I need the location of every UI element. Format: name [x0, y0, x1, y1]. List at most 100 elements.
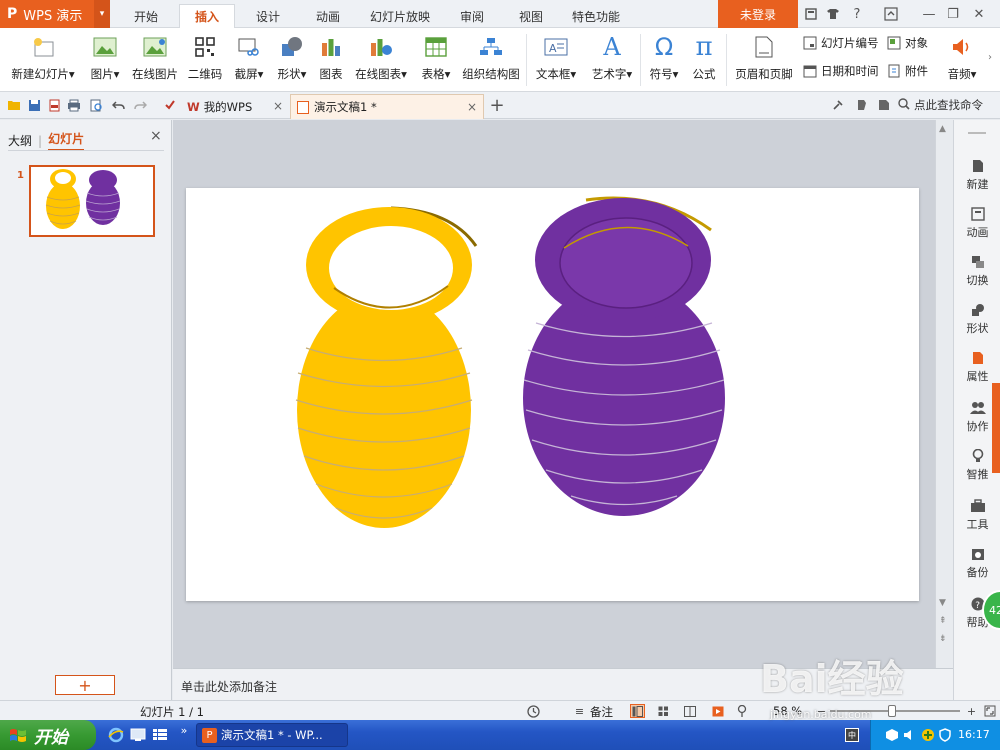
table-button[interactable]: 表格▾ — [416, 32, 456, 88]
slide-thumbnail[interactable] — [29, 165, 155, 237]
close-tab-icon[interactable]: × — [273, 99, 283, 113]
export-pdf-icon[interactable] — [46, 97, 62, 113]
zoom-in-icon[interactable]: + — [964, 704, 979, 718]
fit-window-icon[interactable] — [982, 704, 997, 718]
quicklaunch-expand-icon[interactable]: » — [176, 722, 192, 738]
sidebar-item-transition[interactable]: 切换 — [954, 254, 1000, 288]
tab-insert[interactable]: 插入 — [179, 4, 235, 28]
screenshot-button[interactable]: 截屏▾ — [230, 32, 268, 88]
vertical-scrollbar[interactable]: ▲ ▼ ⇞ ⇟ — [935, 120, 952, 668]
sidebar-item-new[interactable]: 新建 — [954, 158, 1000, 192]
new-slide-icon — [30, 34, 56, 60]
symbol-button[interactable]: Ω 符号▾ — [645, 32, 683, 88]
new-slide-button[interactable]: 新建幻灯片▾ — [8, 32, 78, 88]
add-slide-button[interactable]: + — [55, 675, 115, 695]
close-tab-icon[interactable]: × — [467, 100, 477, 114]
sidebar-item-backup[interactable]: 备份 — [954, 546, 1000, 580]
wordart-button[interactable]: A 艺术字▾ — [588, 32, 636, 88]
find-command[interactable]: 点此查找命令 — [898, 97, 983, 113]
ie-icon[interactable] — [108, 727, 124, 743]
print-icon[interactable] — [66, 97, 82, 113]
show-desktop-icon[interactable] — [130, 727, 146, 743]
skin-icon[interactable] — [802, 5, 820, 23]
online-picture-button[interactable]: 在线图片 — [130, 32, 180, 88]
task-pane-toggle[interactable] — [992, 383, 1000, 473]
ribbon-separator — [726, 34, 727, 86]
tab-home[interactable]: 开始 — [118, 4, 174, 28]
help-icon[interactable]: ? — [846, 5, 868, 23]
app-menu-dropdown-icon[interactable]: ▾ — [94, 0, 110, 28]
audio-button[interactable]: 音频▾ — [944, 32, 980, 88]
taskbar-item-presentation[interactable]: P 演示文稿1 * - WP... — [196, 723, 348, 747]
start-button[interactable]: 开始 — [0, 720, 96, 750]
ribbon-scroll-right-icon[interactable]: › — [988, 52, 992, 63]
input-method-icon[interactable]: 中 — [845, 728, 859, 742]
pin-icon[interactable] — [734, 704, 749, 718]
close-icon[interactable]: ✕ — [970, 5, 988, 23]
header-footer-button[interactable]: 页眉和页脚 — [733, 32, 795, 88]
history-icon[interactable] — [526, 704, 541, 718]
save-icon[interactable] — [26, 97, 42, 113]
next-slide-icon[interactable]: ⇟ — [939, 634, 947, 644]
app-menu-button[interactable]: P WPS 演示 ▾ — [0, 0, 110, 28]
prev-slide-icon[interactable]: ⇞ — [939, 616, 947, 626]
slideshow-play-icon[interactable] — [710, 704, 725, 718]
ribbon-collapse-icon[interactable] — [882, 5, 900, 23]
org-chart-button[interactable]: 组织结构图 — [460, 32, 522, 88]
tab-view[interactable]: 视图 — [503, 4, 559, 28]
restore-icon[interactable]: ❐ — [944, 5, 962, 23]
tab-animation[interactable]: 动画 — [300, 4, 356, 28]
slide-number-button[interactable]: 幻灯片编号 — [802, 34, 879, 52]
security-add-icon[interactable] — [921, 728, 935, 745]
online-chart-button[interactable]: 在线图表▾ — [351, 32, 411, 88]
close-pane-icon[interactable]: × — [150, 128, 162, 144]
attachment-button[interactable]: 附件 — [886, 62, 928, 80]
shield-icon[interactable] — [939, 728, 951, 745]
undo-icon[interactable] — [110, 97, 126, 113]
skin-small-icon[interactable] — [854, 97, 870, 113]
doc-tab-presentation[interactable]: 演示文稿1 * × — [290, 94, 484, 119]
sidebar-item-shape[interactable]: 形状 — [954, 302, 1000, 336]
tab-slideshow[interactable]: 幻灯片放映 — [362, 4, 438, 28]
new-tab-icon[interactable]: + — [489, 95, 505, 116]
formula-button[interactable]: π 公式 — [688, 32, 720, 88]
doc-tab-my-wps[interactable]: W 我的WPS × — [183, 94, 289, 119]
login-button[interactable]: 未登录 — [718, 0, 798, 28]
tab-outline[interactable]: 大纲 — [8, 132, 32, 149]
scroll-down-icon[interactable]: ▼ — [939, 598, 946, 608]
minimize-icon[interactable]: — — [920, 5, 938, 23]
reading-view-icon[interactable] — [682, 704, 697, 718]
zoom-slider-handle[interactable] — [887, 705, 896, 717]
scroll-up-icon[interactable]: ▲ — [939, 124, 946, 134]
tab-review[interactable]: 审阅 — [444, 4, 500, 28]
volume-icon[interactable] — [903, 728, 917, 745]
slide-counter: 幻灯片 1 / 1 — [140, 705, 204, 719]
network-cube-icon[interactable] — [885, 728, 899, 745]
sidebar-item-tools[interactable]: 工具 — [954, 498, 1000, 532]
date-time-button[interactable]: 日期和时间 — [802, 62, 879, 80]
shape-button[interactable]: 形状▾ — [273, 32, 311, 88]
slide-canvas[interactable] — [186, 188, 919, 601]
tab-slides[interactable]: 幻灯片 — [48, 130, 85, 151]
chart-button[interactable]: 图表 — [316, 32, 346, 88]
sidebar-item-animation[interactable]: 动画 — [954, 206, 1000, 240]
textbox-button[interactable]: A 文本框▾ — [532, 32, 580, 88]
object-button[interactable]: 对象 — [886, 34, 928, 52]
share-icon[interactable] — [876, 97, 892, 113]
redo-icon[interactable] — [132, 97, 148, 113]
picture-button[interactable]: 图片▾ — [86, 32, 124, 88]
sidebar-item-properties[interactable]: 属性 — [954, 350, 1000, 384]
notes-toggle-label[interactable]: 备注 — [590, 704, 613, 720]
tshirt-icon[interactable] — [824, 5, 842, 23]
tab-special-features[interactable]: 特色功能 — [563, 4, 629, 28]
qrcode-button[interactable]: 二维码 — [186, 32, 224, 88]
switch-windows-icon[interactable] — [152, 727, 168, 743]
tab-design[interactable]: 设计 — [240, 4, 296, 28]
notes-toggle-icon[interactable]: ≡ — [572, 704, 587, 718]
tool-icon[interactable] — [830, 97, 846, 113]
customize-toolbar-icon[interactable] — [162, 97, 178, 113]
open-folder-icon[interactable] — [6, 97, 22, 113]
normal-view-icon[interactable] — [630, 704, 645, 718]
print-preview-icon[interactable] — [88, 97, 104, 113]
slide-sorter-icon[interactable] — [656, 704, 671, 718]
